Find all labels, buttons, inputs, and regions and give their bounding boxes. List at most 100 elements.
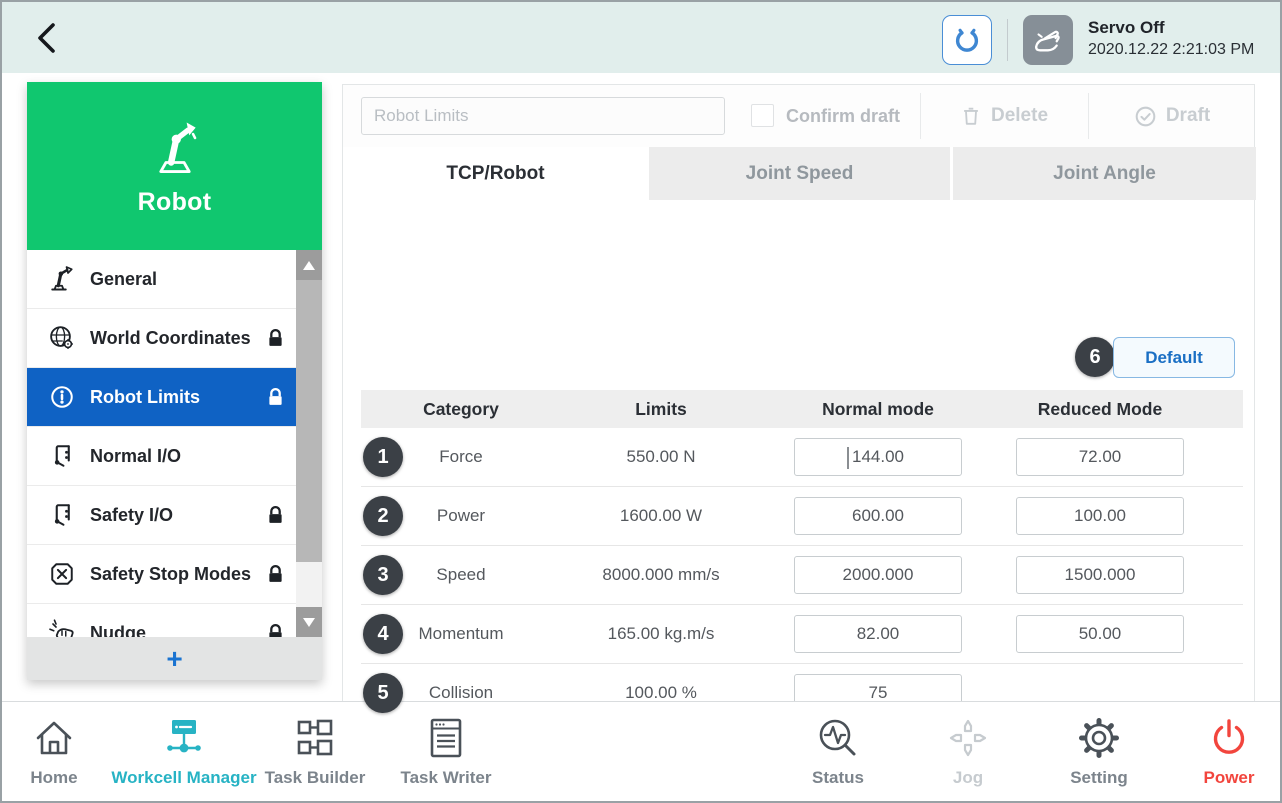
scroll-down-button[interactable] <box>296 607 322 637</box>
reduced-mode-input[interactable]: 50.00 <box>1016 615 1184 653</box>
normal-mode-input[interactable]: 82.00 <box>794 615 962 653</box>
hand-icon <box>1029 21 1067 59</box>
workcell-icon <box>160 714 208 762</box>
topbar-divider <box>1007 19 1008 61</box>
sidebar-item-label: General <box>90 269 157 290</box>
lock-icon <box>265 505 286 526</box>
callout-6: 6 <box>1075 337 1115 377</box>
servo-status: Servo Off <box>1088 17 1254 39</box>
sidebar-item-normal-io[interactable]: Normal I/O <box>27 427 322 486</box>
sidebar-item-label: Normal I/O <box>90 446 181 467</box>
io-port-icon <box>47 500 77 530</box>
servo-timestamp: 2020.12.22 2:21:03 PM <box>1088 39 1254 61</box>
sidebar-item-general[interactable]: General <box>27 250 322 309</box>
trash-icon <box>960 105 982 127</box>
tcp-robot-content: 6 Default Category Limits Normal mode Re… <box>343 200 1254 706</box>
sidebar-item-label: Robot Limits <box>90 387 200 408</box>
robot-limits-panel: Confirm draft Delete Draft TCP/Robot <box>342 84 1255 705</box>
normal-mode-input[interactable]: 600.00 <box>794 497 962 535</box>
sidebar-header: Robot <box>27 82 322 250</box>
sidebar-item-robot-limits[interactable]: Robot Limits <box>27 368 322 427</box>
task-writer-icon <box>422 714 470 762</box>
callout-4: 4 <box>363 614 403 654</box>
nav-jog[interactable]: Jog <box>918 714 1018 788</box>
hand-guide-mode-button[interactable] <box>942 15 992 65</box>
workcell-sidebar: Robot General <box>27 82 322 680</box>
table-row: 2 Power 1600.00 W 600.00 100.00 <box>361 487 1243 546</box>
default-button[interactable]: Default <box>1113 337 1235 378</box>
chevron-left-icon <box>28 18 68 58</box>
tab-joint-speed[interactable]: Joint Speed <box>649 147 950 200</box>
sidebar-item-safety-io[interactable]: Safety I/O <box>27 486 322 545</box>
globe-icon <box>47 323 77 353</box>
check-circle-icon <box>1134 105 1157 128</box>
text-caret <box>847 447 849 469</box>
reduced-mode-input[interactable]: 1500.000 <box>1016 556 1184 594</box>
sidebar-item-safety-stop-modes[interactable]: Safety Stop Modes <box>27 545 322 604</box>
sidebar-item-label: Safety I/O <box>90 505 173 526</box>
tab-joint-angle[interactable]: Joint Angle <box>953 147 1256 200</box>
limit-cell: 100.00 % <box>561 683 761 703</box>
bottom-navigation: Home Workcell Manager <box>2 701 1280 801</box>
table-row: 4 Momentum 165.00 kg.m/s 82.00 50.00 <box>361 605 1243 664</box>
confirm-draft-label: Confirm draft <box>786 106 900 127</box>
servo-mode-indicator[interactable] <box>1023 15 1073 65</box>
triangle-down-icon <box>303 618 315 627</box>
power-icon <box>1205 714 1253 762</box>
normal-mode-input[interactable]: 2000.000 <box>794 556 962 594</box>
nav-status[interactable]: Status <box>778 714 898 788</box>
reduced-mode-input[interactable]: 72.00 <box>1016 438 1184 476</box>
nav-task-builder[interactable]: Task Builder <box>245 714 385 788</box>
lock-icon <box>265 564 286 585</box>
gear-icon <box>1075 714 1123 762</box>
reduced-mode-input[interactable]: 100.00 <box>1016 497 1184 535</box>
limit-cell: 165.00 kg.m/s <box>561 624 761 644</box>
nudge-hand-icon <box>47 618 77 637</box>
add-workcell-item-button[interactable]: + <box>27 637 322 680</box>
limit-cell: 550.00 N <box>561 447 761 467</box>
triangle-up-icon <box>303 261 315 270</box>
io-port-icon <box>47 441 77 471</box>
limits-icon <box>47 382 77 412</box>
task-builder-icon <box>291 714 339 762</box>
callout-3: 3 <box>363 555 403 595</box>
scrollbar-thumb[interactable] <box>296 280 322 562</box>
column-header-reduced-mode: Reduced Mode <box>995 399 1205 420</box>
top-bar: Servo Off 2020.12.22 2:21:03 PM <box>2 2 1280 73</box>
sidebar-item-label: Nudge <box>90 623 146 638</box>
draft-button[interactable]: Draft <box>1088 85 1256 147</box>
nav-home[interactable]: Home <box>4 714 104 788</box>
tab-tcp-robot[interactable]: TCP/Robot <box>343 147 648 200</box>
sidebar-item-world-coordinates[interactable]: World Coordinates <box>27 309 322 368</box>
lock-icon <box>265 623 286 638</box>
lock-icon <box>265 328 286 349</box>
nav-setting[interactable]: Setting <box>1039 714 1159 788</box>
column-header-normal-mode: Normal mode <box>761 399 995 420</box>
table-row: 1 Force 550.00 N 144.00 72.00 <box>361 428 1243 487</box>
limits-name-input[interactable] <box>361 97 725 135</box>
plus-icon: + <box>166 645 182 673</box>
status-icon <box>814 714 862 762</box>
callout-1: 1 <box>363 437 403 477</box>
sidebar-item-nudge[interactable]: Nudge <box>27 604 322 637</box>
sidebar-title: Robot <box>138 188 212 217</box>
table-row: 3 Speed 8000.000 mm/s 2000.000 1500.000 <box>361 546 1243 605</box>
panel-toolbar: Confirm draft Delete Draft <box>343 85 1254 147</box>
home-icon <box>30 714 78 762</box>
sidebar-scrollbar[interactable] <box>296 250 322 637</box>
robot-arm-icon <box>47 264 77 294</box>
column-header-limits: Limits <box>561 399 761 420</box>
back-button[interactable] <box>28 16 72 60</box>
robot-arm-header-icon <box>144 116 206 178</box>
confirm-draft-checkbox[interactable] <box>751 104 774 127</box>
nav-task-writer[interactable]: Task Writer <box>376 714 516 788</box>
delete-button[interactable]: Delete <box>920 85 1088 147</box>
limits-table: Category Limits Normal mode Reduced Mode… <box>361 390 1243 723</box>
table-header-row: Category Limits Normal mode Reduced Mode <box>361 390 1243 428</box>
nav-power[interactable]: Power <box>1174 714 1282 788</box>
app-window: Servo Off 2020.12.22 2:21:03 PM Robot <box>0 0 1282 803</box>
normal-mode-input[interactable]: 144.00 <box>794 438 962 476</box>
sidebar-list: General World Coordinates <box>27 250 322 637</box>
limits-tabs: TCP/Robot Joint Speed Joint Angle <box>343 147 1254 200</box>
scroll-up-button[interactable] <box>296 250 322 280</box>
